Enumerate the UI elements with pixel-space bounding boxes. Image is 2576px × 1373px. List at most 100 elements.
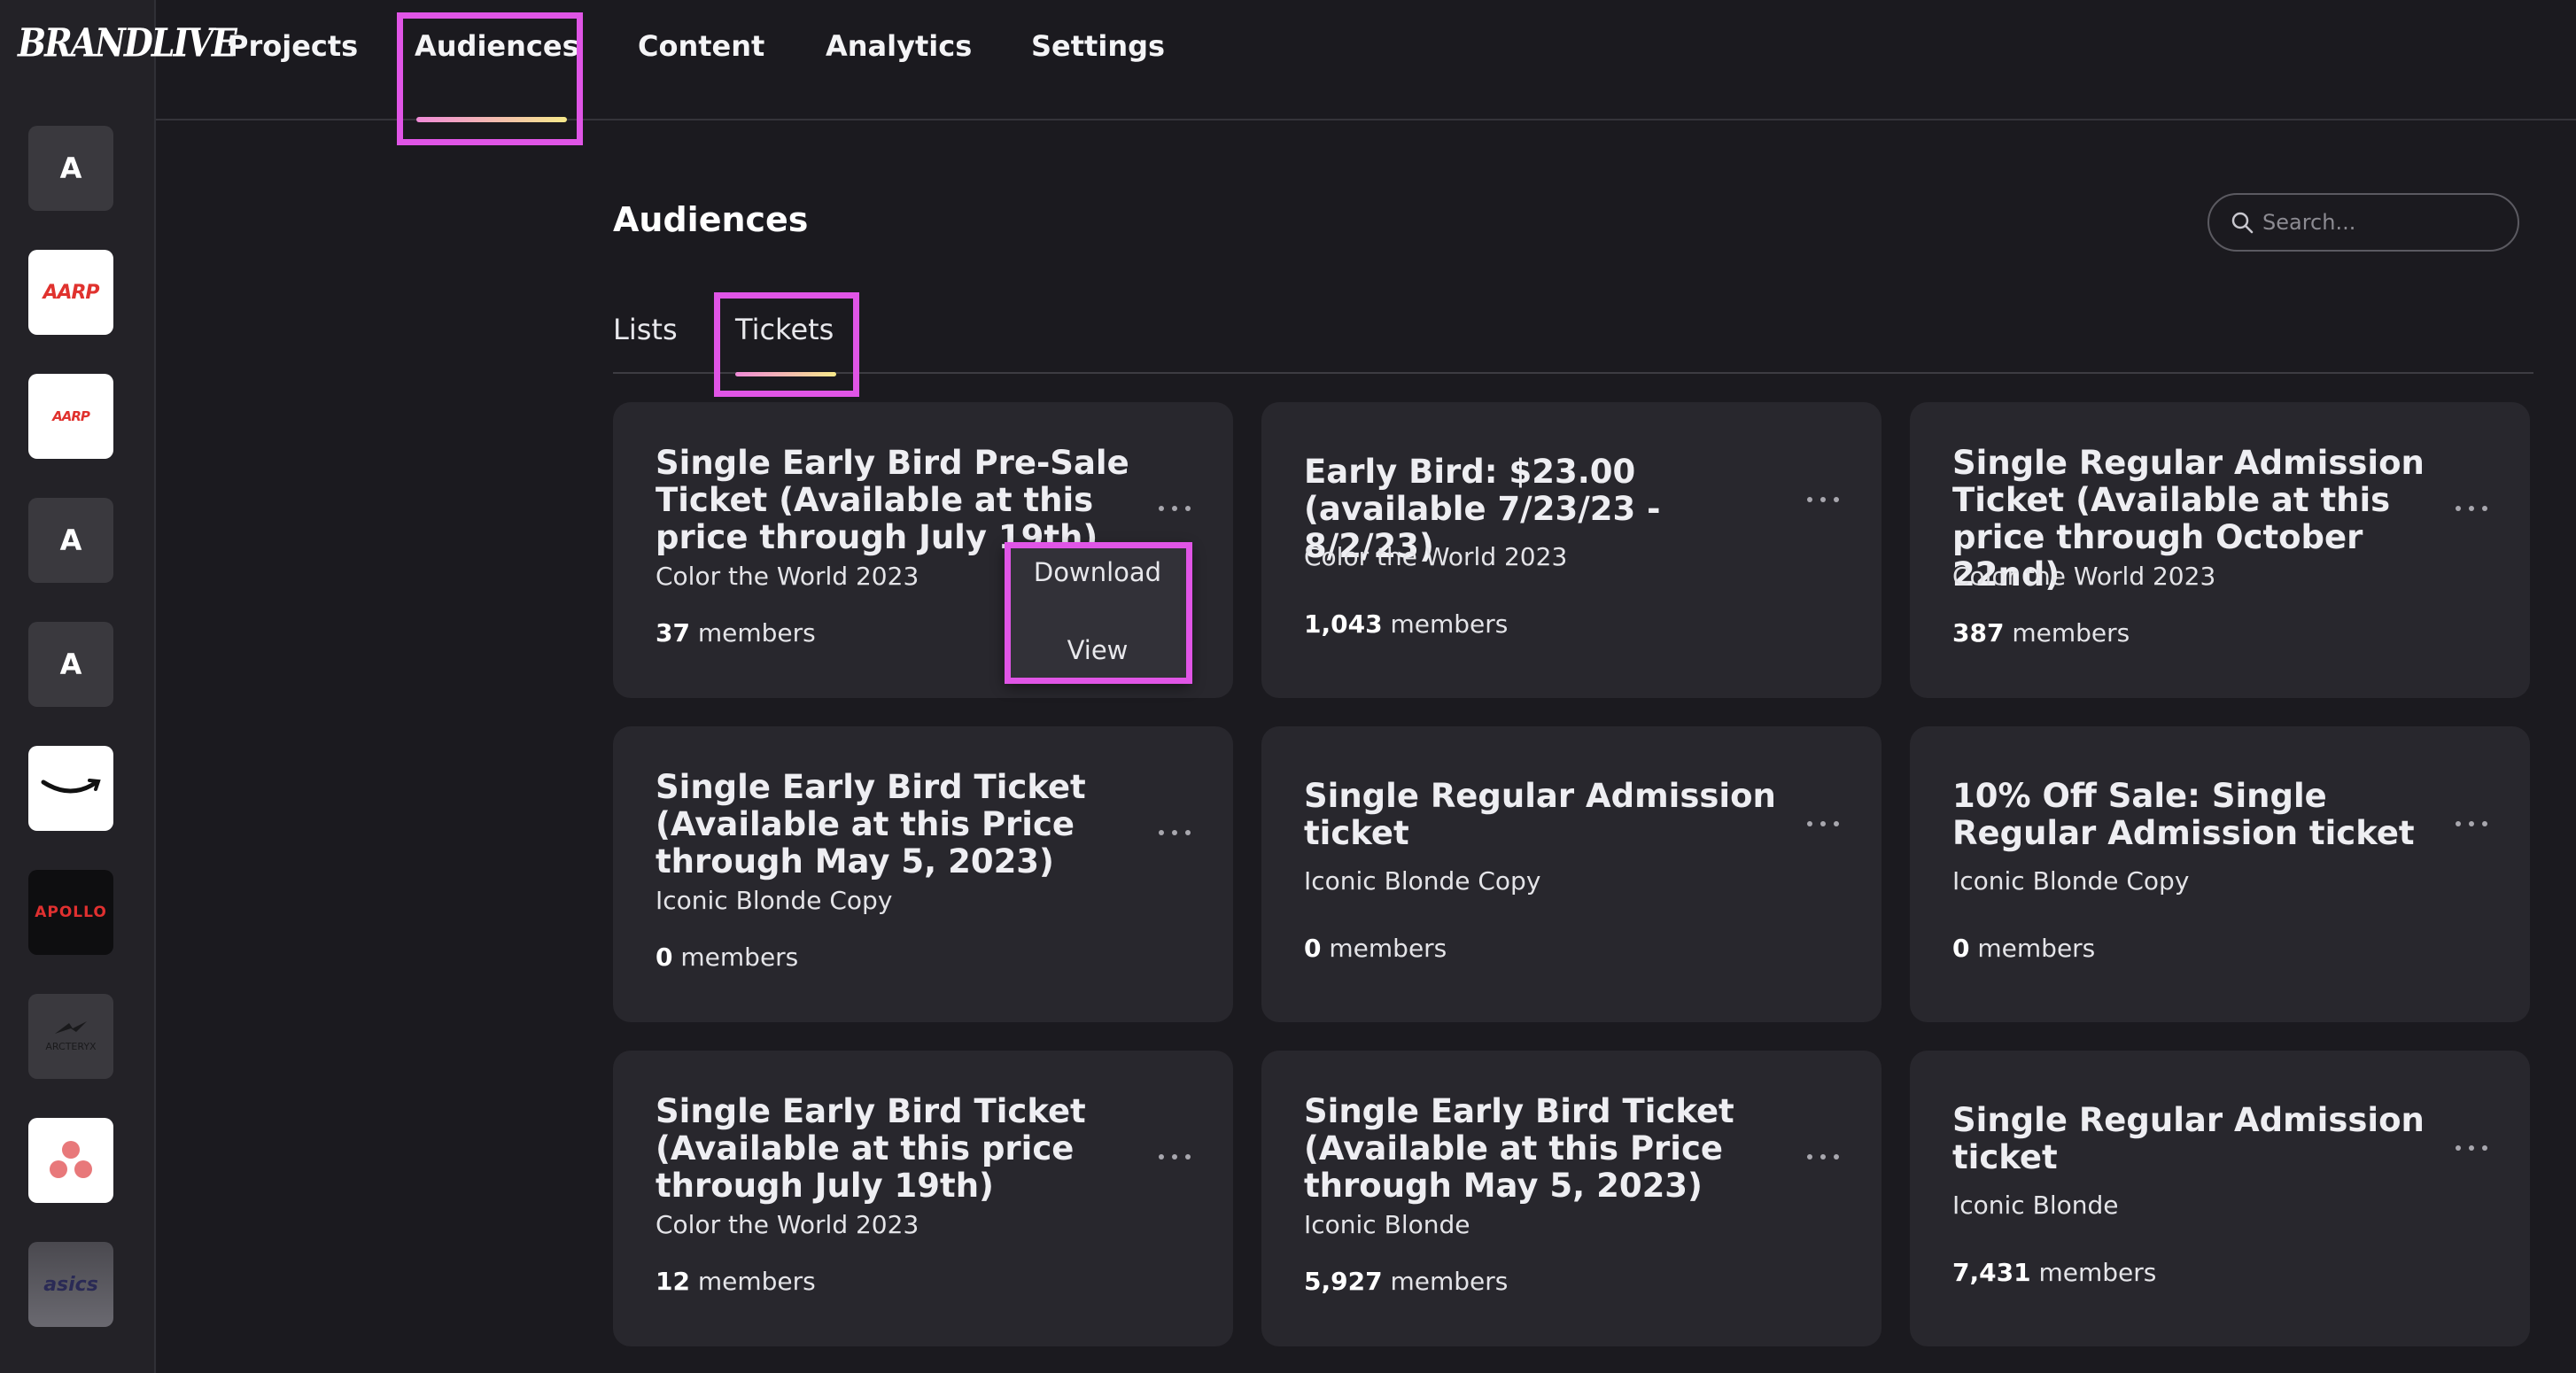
ticket-card[interactable]: 10% Off Sale: Single Regular Admission t… xyxy=(1910,726,2530,1022)
ticket-members: 5,927 members xyxy=(1304,1267,1508,1296)
more-options-icon[interactable] xyxy=(1807,491,1839,508)
client-asics[interactable]: asics xyxy=(28,1242,113,1327)
members-label: members xyxy=(2038,1258,2157,1287)
nav-settings[interactable]: Settings xyxy=(1031,27,1165,66)
nav-content[interactable]: Content xyxy=(638,27,764,66)
ticket-project: Color the World 2023 xyxy=(656,1210,919,1239)
member-count: 1,043 xyxy=(1304,609,1383,639)
members-label: members xyxy=(697,1267,816,1296)
client-asana[interactable] xyxy=(28,1118,113,1203)
ticket-project: Color the World 2023 xyxy=(1304,542,1568,571)
active-tab-underline xyxy=(735,372,836,376)
ticket-title: Single Early Bird Ticket (Available at t… xyxy=(656,768,1086,880)
ticket-card[interactable]: Single Early Bird Ticket (Available at t… xyxy=(613,1051,1233,1346)
more-options-icon[interactable] xyxy=(1159,824,1191,842)
arcteryx-bird-icon xyxy=(54,1021,87,1034)
menu-item-download[interactable]: Download xyxy=(1005,555,1191,590)
ticket-project: Color the World 2023 xyxy=(1952,562,2216,591)
client-aarp-1[interactable]: AARP xyxy=(28,250,113,335)
members-label: members xyxy=(1390,609,1509,639)
ticket-members: 0 members xyxy=(1952,934,2095,963)
ticket-title: Single Early Bird Ticket (Available at t… xyxy=(1304,1092,1734,1205)
more-options-icon[interactable] xyxy=(2456,500,2487,517)
sidebar: BRANDLIVE A AARP AARP A A APOLLO ARCTERY… xyxy=(0,0,237,1373)
search-box[interactable] xyxy=(2207,193,2519,252)
client-initial: A xyxy=(59,151,82,185)
member-count: 0 xyxy=(656,942,673,972)
apollo-logo: APOLLO xyxy=(35,904,107,921)
members-label: members xyxy=(2012,618,2130,648)
member-count: 12 xyxy=(656,1267,690,1296)
client-arcteryx[interactable]: ARCTERYX xyxy=(28,994,113,1079)
ticket-members: 37 members xyxy=(656,618,816,648)
members-label: members xyxy=(1977,934,2096,963)
client-aarp-2[interactable]: AARP xyxy=(28,374,113,459)
amazon-smile-icon xyxy=(41,779,101,794)
ticket-card[interactable]: Single Regular Admission ticket Iconic B… xyxy=(1910,1051,2530,1346)
client-apollo[interactable]: APOLLO xyxy=(28,870,113,955)
ticket-members: 7,431 members xyxy=(1952,1258,2156,1287)
more-options-icon[interactable] xyxy=(2456,1139,2487,1157)
aarp-logo: AARP xyxy=(52,408,90,424)
asics-logo: asics xyxy=(43,1273,98,1296)
client-initial: A xyxy=(59,648,82,681)
arcteryx-logo: ARCTERYX xyxy=(45,1020,97,1053)
members-label: members xyxy=(680,942,799,972)
ticket-project: Iconic Blonde Copy xyxy=(656,886,893,915)
client-amazon[interactable] xyxy=(28,746,113,831)
asana-dots-icon xyxy=(50,1141,92,1178)
ticket-project: Iconic Blonde Copy xyxy=(1952,866,2190,896)
ticket-title: Single Early Bird Pre-Sale Ticket (Avail… xyxy=(656,444,1129,556)
ticket-project: Iconic Blonde Copy xyxy=(1304,866,1541,896)
aarp-logo: AARP xyxy=(43,281,99,304)
tabs-divider xyxy=(613,372,2533,374)
ticket-project: Color the World 2023 xyxy=(656,562,919,591)
arcteryx-wordmark: ARCTERYX xyxy=(45,1041,97,1052)
ticket-project: Iconic Blonde xyxy=(1304,1210,1470,1239)
search-icon xyxy=(2231,212,2254,234)
page-title: Audiences xyxy=(613,200,809,239)
ticket-project: Iconic Blonde xyxy=(1952,1191,2119,1220)
members-label: members xyxy=(1329,934,1447,963)
client-a-3[interactable]: A xyxy=(28,622,113,707)
member-count: 37 xyxy=(656,618,690,648)
member-count: 0 xyxy=(1304,934,1322,963)
ticket-card[interactable]: Single Regular Admission Ticket (Availab… xyxy=(1910,402,2530,698)
client-initial: A xyxy=(59,524,82,557)
menu-item-view[interactable]: View xyxy=(1005,632,1191,668)
tab-tickets[interactable]: Tickets xyxy=(735,310,834,349)
member-count: 387 xyxy=(1952,618,2005,648)
ticket-members: 387 members xyxy=(1952,618,2130,648)
members-label: members xyxy=(697,618,816,648)
ticket-title: Single Early Bird Ticket (Available at t… xyxy=(656,1092,1086,1205)
more-options-icon[interactable] xyxy=(1807,815,1839,833)
ticket-card[interactable]: Single Early Bird Ticket (Available at t… xyxy=(613,726,1233,1022)
more-options-icon[interactable] xyxy=(1159,500,1191,517)
nav-projects[interactable]: Projects xyxy=(228,27,358,66)
member-count: 0 xyxy=(1952,934,1970,963)
ticket-members: 1,043 members xyxy=(1304,609,1508,639)
ticket-card[interactable]: Early Bird: $23.00 (available 7/23/23 - … xyxy=(1261,402,1882,698)
client-a-2[interactable]: A xyxy=(28,498,113,583)
ticket-members: 12 members xyxy=(656,1267,816,1296)
member-count: 7,431 xyxy=(1952,1258,2031,1287)
ticket-title: Single Regular Admission ticket xyxy=(1304,777,1776,852)
tab-lists[interactable]: Lists xyxy=(613,310,678,349)
active-nav-underline xyxy=(416,117,567,122)
members-label: members xyxy=(1390,1267,1509,1296)
ticket-members: 0 members xyxy=(1304,934,1447,963)
ticket-members: 0 members xyxy=(656,942,798,972)
member-count: 5,927 xyxy=(1304,1267,1383,1296)
more-options-icon[interactable] xyxy=(1159,1148,1191,1166)
brandlive-logo[interactable]: BRANDLIVE xyxy=(18,19,237,74)
nav-analytics[interactable]: Analytics xyxy=(826,27,972,66)
client-a-1[interactable]: A xyxy=(28,126,113,211)
ticket-card[interactable]: Single Early Bird Ticket (Available at t… xyxy=(1261,1051,1882,1346)
card-options-menu: Download View xyxy=(1005,542,1191,682)
ticket-title: Single Regular Admission ticket xyxy=(1952,1101,2425,1176)
ticket-card[interactable]: Single Regular Admission ticket Iconic B… xyxy=(1261,726,1882,1022)
nav-audiences[interactable]: Audiences xyxy=(415,27,579,66)
more-options-icon[interactable] xyxy=(2456,815,2487,833)
more-options-icon[interactable] xyxy=(1807,1148,1839,1166)
search-input[interactable] xyxy=(2262,210,2510,235)
